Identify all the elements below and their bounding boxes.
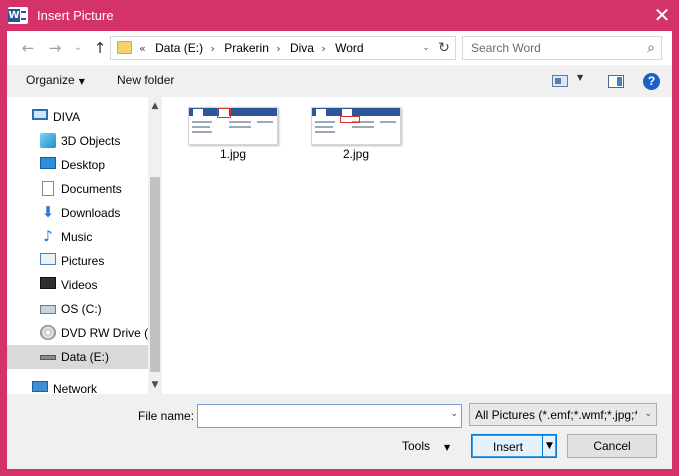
downloads-icon: ⬇ (41, 203, 55, 221)
command-bar: Organize ▼ New folder ▼ ? (7, 65, 672, 97)
sidebar-item-dvd-drive[interactable]: DVD RW Drive (D (7, 321, 157, 345)
breadcrumb-item[interactable]: Diva (290, 41, 314, 55)
documents-icon (42, 181, 54, 196)
file-name: 2.jpg (342, 147, 370, 161)
navigation-pane: DIVA 3D Objects Desktop Documents ⬇ Down… (7, 97, 162, 396)
title-bar[interactable]: W Insert Picture ✕ (0, 0, 679, 31)
sidebar-item-videos[interactable]: Videos (7, 273, 148, 297)
breadcrumb-separator[interactable]: › (276, 42, 280, 55)
network-icon (32, 381, 48, 392)
navigation-bar: ← → ⌄ ↑ « Data (E:) › Prakerin › Diva › … (7, 31, 672, 65)
scrollbar-thumb[interactable] (150, 177, 160, 372)
desktop-icon (40, 157, 56, 169)
recent-locations-button[interactable]: ⌄ (67, 38, 89, 58)
file-type-select[interactable]: All Pictures (*.emf;*.wmf;*.jpg;* ⌄ (469, 403, 657, 426)
music-icon: ♪ (43, 227, 53, 245)
dialog-client: ← → ⌄ ↑ « Data (E:) › Prakerin › Diva › … (7, 31, 672, 469)
sidebar-item-music[interactable]: ♪ Music (7, 225, 148, 249)
pictures-icon (40, 253, 56, 265)
chevron-down-icon: ▼ (444, 443, 451, 452)
chevron-down-icon: ⌄ (644, 409, 652, 419)
file-type-value: All Pictures (*.emf;*.wmf;*.jpg;* (475, 408, 637, 422)
breadcrumb-item[interactable]: Prakerin (224, 41, 269, 55)
file-item[interactable]: 2.jpg (306, 105, 406, 169)
sidebar-item-this-pc[interactable]: DIVA (7, 105, 148, 129)
drive-icon (40, 355, 56, 360)
sidebar-item-label: Data (E:) (61, 350, 110, 364)
sidebar-item-desktop[interactable]: Desktop (7, 153, 148, 177)
file-name-label: File name: (138, 409, 195, 423)
insert-options-dropdown[interactable]: ▼ (542, 435, 556, 457)
folder-icon (117, 41, 132, 54)
dialog-footer: File name: ⌄ All Pictures (*.emf;*.wmf;*… (7, 394, 672, 469)
organize-button[interactable]: Organize ▼ (26, 73, 85, 87)
organize-label: Organize (26, 73, 75, 87)
sidebar-item-label: Downloads (61, 206, 121, 220)
sidebar-item-pictures[interactable]: Pictures (7, 249, 148, 273)
breadcrumb-item[interactable]: Data (E:) (155, 41, 203, 55)
chevron-down-icon[interactable]: ⌄ (450, 409, 458, 419)
sidebar-item-label: OS (C:) (61, 302, 102, 316)
breadcrumb-separator[interactable]: › (321, 42, 325, 55)
search-input[interactable]: Search Word ⌕ (462, 36, 662, 60)
dvd-icon (40, 325, 56, 340)
address-dropdown-icon[interactable]: ⌄ (419, 40, 433, 56)
close-button[interactable]: ✕ (645, 0, 679, 31)
view-dropdown-icon[interactable]: ▼ (577, 73, 583, 82)
scroll-down-icon[interactable]: ▼ (148, 378, 162, 392)
videos-icon (40, 277, 56, 289)
sidebar-item-documents[interactable]: Documents (7, 177, 148, 201)
file-item[interactable]: 1.jpg (183, 105, 283, 169)
tools-button[interactable]: Tools ▼ (402, 439, 450, 453)
sidebar-item-label: Desktop (61, 158, 106, 172)
sidebar-item-label: Videos (61, 278, 98, 292)
word-icon: W (8, 7, 28, 24)
preview-pane-icon[interactable] (608, 75, 624, 88)
image-thumbnail (311, 107, 401, 145)
cancel-button[interactable]: Cancel (567, 434, 657, 458)
chevron-down-icon: ▼ (78, 77, 85, 86)
sidebar-item-label: Pictures (61, 254, 105, 268)
back-button[interactable]: ← (17, 38, 39, 58)
tools-label: Tools (402, 439, 431, 453)
file-name: 1.jpg (219, 147, 247, 161)
search-icon[interactable]: ⌕ (647, 40, 655, 56)
image-thumbnail (188, 107, 278, 145)
insert-button[interactable]: Insert ▼ (471, 434, 557, 458)
refresh-icon[interactable]: ↻ (435, 39, 453, 57)
help-icon[interactable]: ? (643, 73, 660, 90)
sidebar-item-label: DVD RW Drive (D (61, 326, 157, 340)
sidebar-item-label: Documents (61, 182, 122, 196)
3d-objects-icon (40, 133, 56, 148)
breadcrumb-overflow[interactable]: « (139, 42, 146, 55)
sidebar-scrollbar[interactable]: ▲ ▼ (148, 97, 162, 394)
insert-label: Insert (492, 440, 523, 454)
sidebar-item-data-e[interactable]: Data (E:) (7, 345, 148, 369)
sidebar-item-label: Music (61, 230, 93, 244)
file-name-input[interactable]: ⌄ (197, 404, 462, 428)
file-list: 1.jpg 2.jpg (163, 97, 672, 394)
new-folder-button[interactable]: New folder (117, 73, 174, 87)
sidebar-item-os-c[interactable]: OS (C:) (7, 297, 148, 321)
sidebar-item-3d-objects[interactable]: 3D Objects (7, 129, 148, 153)
sidebar-item-label: 3D Objects (61, 134, 121, 148)
forward-button[interactable]: → (44, 38, 66, 58)
window-title: Insert Picture (37, 8, 114, 23)
breadcrumb: « Data (E:) › Prakerin › Diva › Word (139, 41, 368, 55)
sidebar-item-label: DIVA (53, 110, 81, 124)
breadcrumb-separator[interactable]: › (210, 42, 214, 55)
up-button[interactable]: ↑ (89, 38, 111, 58)
this-pc-icon (32, 109, 48, 120)
address-bar[interactable]: « Data (E:) › Prakerin › Diva › Word ⌄ ↻ (110, 36, 456, 60)
insert-picture-dialog: W Insert Picture ✕ ← → ⌄ ↑ « Data (E:) ›… (0, 0, 679, 476)
sidebar-item-downloads[interactable]: ⬇ Downloads (7, 201, 148, 225)
drive-icon (40, 305, 56, 314)
view-options-icon[interactable] (552, 75, 568, 87)
scroll-up-icon[interactable]: ▲ (148, 99, 162, 113)
search-placeholder: Search Word (471, 41, 541, 55)
breadcrumb-item[interactable]: Word (335, 41, 363, 55)
